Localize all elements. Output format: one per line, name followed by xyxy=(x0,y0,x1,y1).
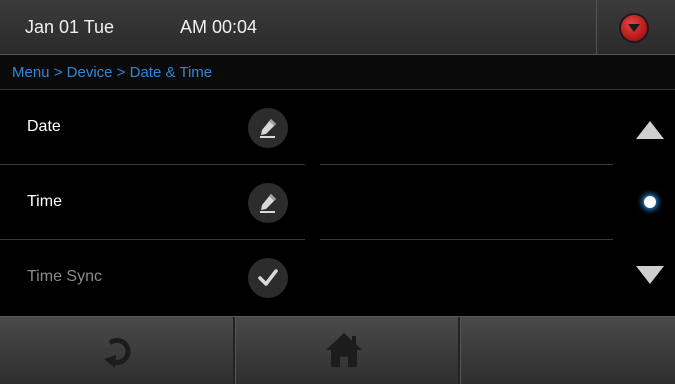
settings-list: Date Time Time Sync xyxy=(0,90,615,315)
current-date: Jan 01 Tue xyxy=(25,17,115,37)
home-button[interactable] xyxy=(235,317,458,384)
setting-row-time[interactable]: Time xyxy=(0,165,615,240)
time-sync-toggle[interactable] xyxy=(248,258,288,298)
home-icon xyxy=(326,333,362,367)
checkmark-icon xyxy=(258,269,278,286)
setting-label-date: Date xyxy=(27,118,61,135)
breadcrumb-item-device[interactable]: Device xyxy=(67,64,113,81)
breadcrumb-separator: > xyxy=(53,64,63,81)
edit-time-button[interactable] xyxy=(248,183,288,223)
status-bar: Jan 01 Tue AM 00:04 xyxy=(0,0,675,55)
scroll-position-indicator xyxy=(644,196,656,208)
breadcrumb: Menu > Device > Date & Time xyxy=(0,55,675,90)
chevron-down-icon xyxy=(628,24,640,32)
triangle-up-icon[interactable] xyxy=(635,120,665,140)
scroll-controls xyxy=(624,90,675,315)
setting-label-time: Time xyxy=(27,193,62,210)
setting-label-time-sync: Time Sync xyxy=(27,268,102,285)
edit-date-button[interactable] xyxy=(248,108,288,148)
breadcrumb-item-menu[interactable]: Menu xyxy=(12,64,50,81)
breadcrumb-trail: Menu > Device > Date & Time xyxy=(12,64,212,81)
breadcrumb-item-date-time: Date & Time xyxy=(129,64,213,81)
pencil-icon xyxy=(260,119,276,138)
setting-row-time-sync[interactable]: Time Sync xyxy=(0,240,615,315)
pencil-icon xyxy=(260,194,276,213)
status-bar-divider xyxy=(596,0,597,54)
breadcrumb-separator: > xyxy=(116,64,126,81)
triangle-down-icon[interactable] xyxy=(635,265,665,285)
bottom-bar-empty-slot xyxy=(460,317,675,384)
refresh-button[interactable] xyxy=(0,317,233,384)
bottom-bar xyxy=(0,316,675,384)
dropdown-button[interactable] xyxy=(621,15,647,41)
refresh-icon xyxy=(104,337,131,368)
setting-row-date[interactable]: Date xyxy=(0,90,615,165)
current-time: AM 00:04 xyxy=(180,17,258,37)
